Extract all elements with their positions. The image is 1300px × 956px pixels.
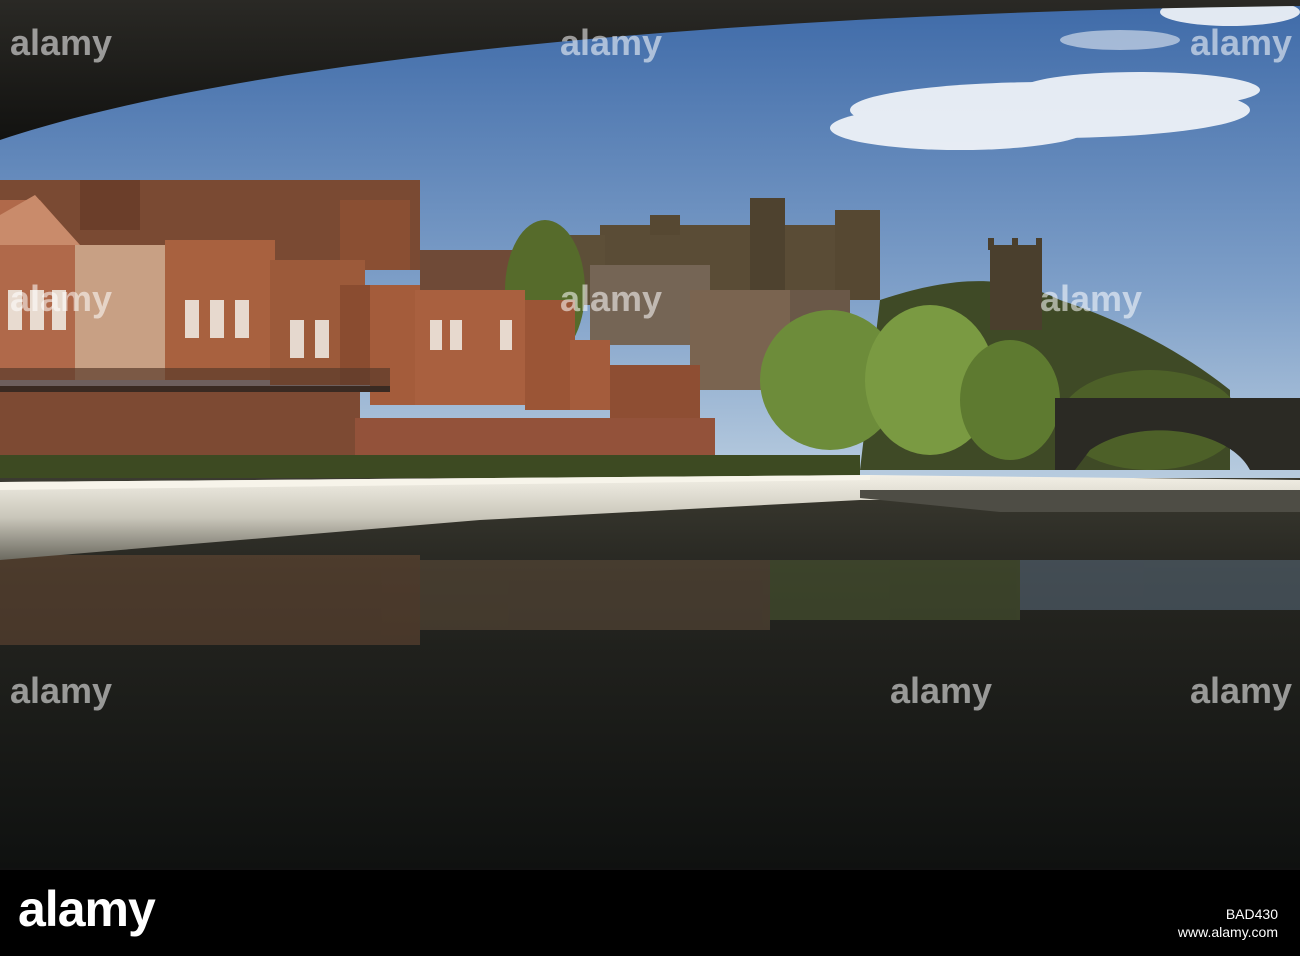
watermark-top-right: alamy (1190, 22, 1293, 63)
watermark-low-right: alamy (1190, 670, 1293, 711)
watermark-low-left: alamy (10, 670, 113, 711)
watermark-mid-right: alamy (1040, 278, 1143, 319)
footer-bar: alamy BAD430 www.alamy.com (0, 868, 1300, 956)
footer-url[interactable]: www.alamy.com (1178, 924, 1278, 940)
photo-frame: alamy alamy alamy alamy alamy alamy alam… (0, 0, 1300, 956)
footer-logo: alamy (18, 881, 156, 937)
scene-illustration (0, 0, 1300, 868)
footer-divider (0, 868, 1300, 870)
watermark-mid-center: alamy (560, 278, 663, 319)
watermark-mid-left: alamy (10, 278, 113, 319)
photograph: alamy alamy alamy alamy alamy alamy alam… (0, 0, 1300, 868)
watermark-top-left: alamy (10, 22, 113, 63)
watermark-low-center: alamy (890, 670, 993, 711)
cathedral-tower (988, 238, 1042, 330)
watermark-top-center: alamy (560, 22, 663, 63)
image-code: BAD430 (1225, 906, 1278, 922)
